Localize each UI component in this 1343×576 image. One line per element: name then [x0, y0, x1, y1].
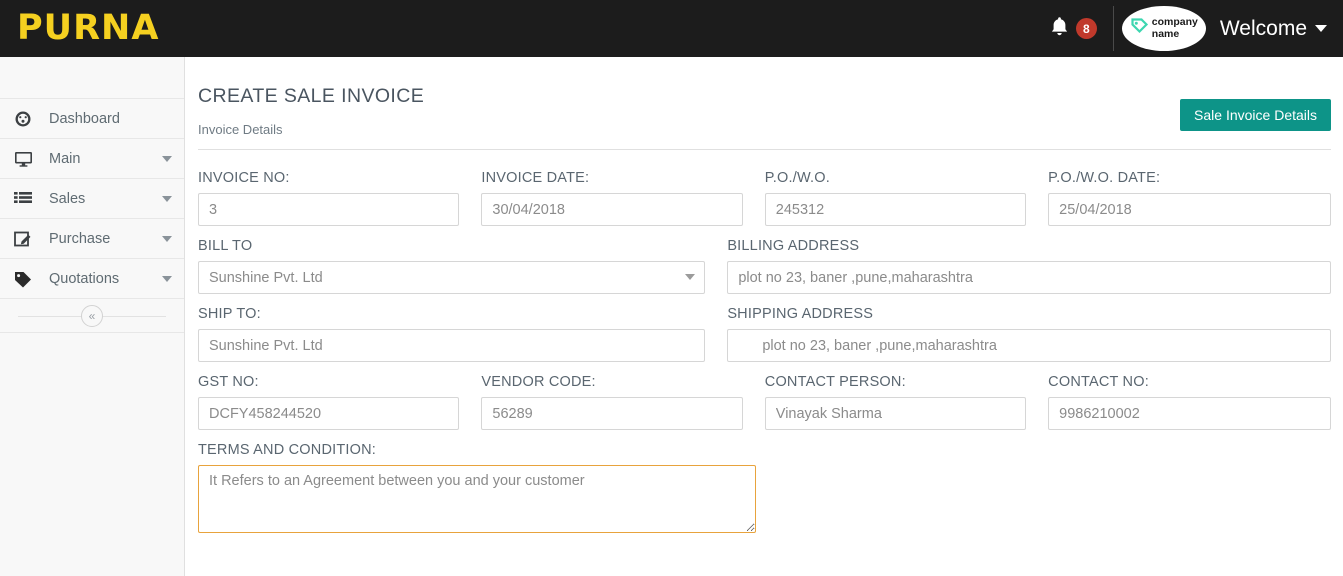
field-po-wo: P.O./W.O.: [764, 158, 1048, 226]
sidebar-item-dashboard[interactable]: Dashboard: [0, 99, 184, 139]
field-gst-no: GST NO:: [198, 362, 481, 430]
field-terms-and-condition: TERMS AND CONDITION:: [198, 430, 778, 533]
vendor-code-input[interactable]: [481, 397, 743, 430]
main-content: CREATE SALE INVOICE Invoice Details Sale…: [186, 57, 1343, 576]
form-row-2: BILL TO BILLING ADDRESS: [198, 226, 1331, 294]
sidebar-item-main[interactable]: Main: [0, 139, 184, 179]
sidebar-collapse-row: «: [0, 299, 184, 333]
bill-to-select[interactable]: [198, 261, 706, 294]
company-logo-line1: company: [1151, 16, 1198, 28]
chevron-down-icon: [162, 155, 172, 162]
po-wo-input[interactable]: [764, 193, 1027, 226]
sidebar: Dashboard Main Sales Purchase Quotations…: [0, 57, 185, 576]
field-label: P.O./W.O.: [764, 170, 830, 186]
field-label: P.O./W.O. DATE:: [1048, 170, 1161, 186]
invoice-date-input[interactable]: [481, 193, 743, 226]
dashboard-gauge-icon: [14, 110, 36, 128]
field-invoice-no: INVOICE NO:: [198, 158, 481, 226]
user-menu-button[interactable]: Welcome: [1220, 17, 1327, 41]
field-label: INVOICE NO:: [198, 170, 290, 186]
company-logo[interactable]: company name: [1121, 6, 1206, 51]
sidebar-top-spacer: [0, 57, 184, 99]
field-label: SHIP TO:: [198, 306, 261, 322]
form-row-3: SHIP TO: SHIPPING ADDRESS: [198, 294, 1331, 362]
welcome-label: Welcome: [1219, 16, 1307, 40]
tag-icon: [14, 270, 36, 288]
monitor-icon: [14, 150, 36, 168]
shipping-address-input[interactable]: [727, 329, 1331, 362]
billing-address-input[interactable]: [727, 261, 1331, 294]
field-po-wo-date: P.O./W.O. DATE:: [1048, 158, 1332, 226]
gst-no-input[interactable]: [198, 397, 460, 430]
topbar-divider: [1112, 6, 1114, 51]
field-bill-to: BILL TO: [198, 226, 727, 294]
form-row-5: TERMS AND CONDITION:: [198, 430, 1331, 533]
brand-name: PURNA: [17, 8, 160, 48]
po-wo-date-input[interactable]: [1048, 193, 1332, 226]
bell-icon: [1050, 16, 1069, 42]
company-logo-line2: name: [1151, 27, 1180, 40]
sidebar-item-label: Dashboard: [49, 110, 120, 127]
field-label: TERMS AND CONDITION:: [198, 442, 377, 458]
sidebar-item-purchase[interactable]: Purchase: [0, 219, 184, 259]
notification-badge: 8: [1075, 18, 1097, 39]
field-label: VENDOR CODE:: [481, 374, 596, 390]
field-vendor-code: VENDOR CODE:: [481, 362, 764, 430]
list-icon: [14, 191, 36, 207]
contact-person-input[interactable]: [764, 397, 1027, 430]
field-invoice-date: INVOICE DATE:: [481, 158, 764, 226]
topbar-right-cluster: 8 company name Welcome: [1050, 0, 1343, 57]
invoice-form: INVOICE NO: INVOICE DATE: P.O./W.O. P.O.…: [198, 150, 1332, 533]
field-contact-person: CONTACT PERSON:: [764, 362, 1048, 430]
field-label: SHIPPING ADDRESS: [727, 306, 874, 322]
page-subtitle: Invoice Details: [198, 122, 283, 137]
sidebar-item-sales[interactable]: Sales: [0, 179, 184, 219]
field-label: BILLING ADDRESS: [727, 238, 860, 254]
chevron-down-icon: [162, 195, 172, 202]
top-navbar: PURNA 8 company name Welcome: [0, 0, 1343, 57]
field-label: INVOICE DATE:: [481, 170, 590, 186]
brand-logo[interactable]: PURNA: [0, 0, 185, 57]
field-label: CONTACT NO:: [1048, 374, 1149, 390]
field-ship-to: SHIP TO:: [198, 294, 727, 362]
sidebar-item-label: Purchase: [49, 230, 111, 247]
field-label: CONTACT PERSON:: [764, 374, 906, 390]
field-billing-address: BILLING ADDRESS: [727, 226, 1331, 294]
field-label: GST NO:: [198, 374, 259, 390]
form-row-4: GST NO: VENDOR CODE: CONTACT PERSON: CON…: [198, 362, 1332, 430]
sale-invoice-details-button[interactable]: Sale Invoice Details: [1180, 99, 1331, 131]
double-chevron-left-icon: «: [88, 308, 96, 323]
notifications-button[interactable]: 8: [1050, 16, 1097, 42]
chevron-down-icon: [162, 275, 172, 282]
chevron-down-icon: [1315, 25, 1327, 32]
chevron-down-icon: [162, 235, 172, 242]
contact-no-input[interactable]: [1048, 397, 1332, 430]
sidebar-item-quotations[interactable]: Quotations: [0, 259, 184, 299]
sidebar-item-label: Quotations: [49, 270, 120, 287]
page-title: CREATE SALE INVOICE: [198, 85, 425, 107]
terms-and-condition-textarea[interactable]: [198, 465, 756, 533]
field-contact-no: CONTACT NO:: [1048, 362, 1332, 430]
field-label: BILL TO: [198, 238, 253, 254]
form-row-1: INVOICE NO: INVOICE DATE: P.O./W.O. P.O.…: [198, 158, 1332, 226]
sidebar-item-label: Main: [49, 150, 81, 167]
company-tag-icon: [1130, 17, 1149, 41]
edit-square-icon: [14, 230, 36, 248]
sidebar-item-label: Sales: [49, 190, 86, 207]
bill-to-select-wrapper: [198, 261, 706, 294]
sidebar-collapse-button[interactable]: «: [81, 304, 103, 327]
invoice-no-input[interactable]: [198, 193, 460, 226]
company-logo-label: company name: [1151, 16, 1198, 40]
field-shipping-address: SHIPPING ADDRESS: [727, 294, 1331, 362]
ship-to-input[interactable]: [198, 329, 706, 362]
